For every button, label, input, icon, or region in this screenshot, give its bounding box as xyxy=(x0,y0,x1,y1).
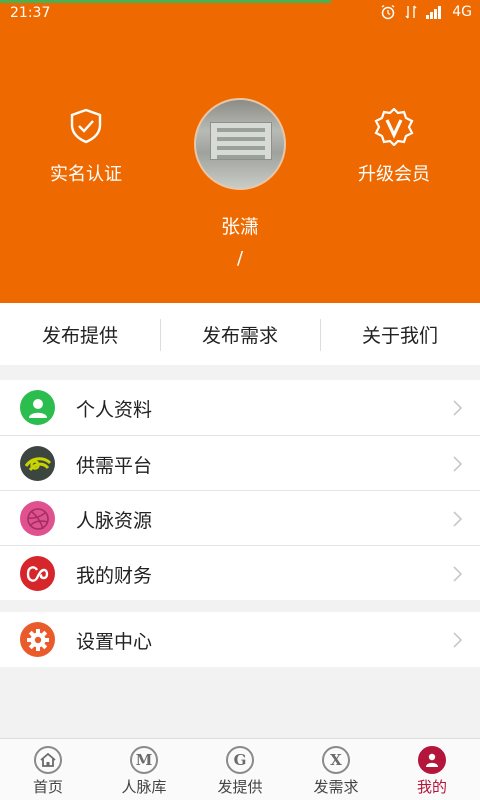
menu-item-label: 人脉资源 xyxy=(76,510,153,532)
alarm-icon xyxy=(380,4,396,20)
nav-contacts[interactable]: M 人脉库 xyxy=(96,739,192,800)
finance-icon xyxy=(20,556,55,591)
network-type: 4G xyxy=(452,4,472,20)
user-subtitle: / xyxy=(236,248,244,269)
nav-label: 首页 xyxy=(32,778,63,796)
home-icon xyxy=(34,746,62,774)
nav-label: 发需求 xyxy=(313,778,359,796)
nav-mine[interactable]: 我的 xyxy=(384,739,480,800)
platform-icon xyxy=(20,446,55,481)
avatar[interactable] xyxy=(194,98,286,190)
verify-button[interactable]: 实名认证 xyxy=(26,108,146,186)
menu-item-finance[interactable]: 我的财务 xyxy=(0,545,480,600)
vip-badge-icon xyxy=(334,108,454,146)
chevron-right-icon xyxy=(453,566,463,586)
person-icon xyxy=(20,390,55,425)
username: 张潇 xyxy=(220,216,259,238)
menu-item-network[interactable]: 人脉资源 xyxy=(0,490,480,545)
profile-icon xyxy=(418,746,446,774)
chevron-right-icon xyxy=(453,632,463,652)
dribbble-icon xyxy=(20,501,55,536)
menu-item-label: 设置中心 xyxy=(76,631,153,653)
shield-check-icon xyxy=(26,108,146,146)
settings-group: 设置中心 xyxy=(0,612,480,667)
x-icon: X xyxy=(322,746,350,774)
upgrade-vip-button[interactable]: 升级会员 xyxy=(334,108,454,186)
signal-off-icon xyxy=(404,4,418,20)
gear-icon xyxy=(20,622,55,657)
menu-item-settings[interactable]: 设置中心 xyxy=(0,612,480,667)
nav-publish-demand[interactable]: X 发需求 xyxy=(288,739,384,800)
menu-item-label: 个人资料 xyxy=(76,399,153,421)
g-icon: G xyxy=(226,746,254,774)
nav-home[interactable]: 首页 xyxy=(0,739,96,800)
menu-item-label: 供需平台 xyxy=(76,455,153,477)
avatar-photo xyxy=(210,122,272,160)
tab-about-us[interactable]: 关于我们 xyxy=(320,303,480,365)
vip-label: 升级会员 xyxy=(358,164,430,185)
menu-list: 个人资料 供需平台 人脉资源 我的财务 xyxy=(0,380,480,600)
chevron-right-icon xyxy=(453,456,463,476)
chevron-right-icon xyxy=(453,400,463,420)
bottom-nav: 首页 M 人脉库 G 发提供 X 发需求 我的 xyxy=(0,738,480,800)
nav-label: 人脉库 xyxy=(121,778,167,796)
menu-item-profile[interactable]: 个人资料 xyxy=(0,380,480,435)
status-bar: 21:37 4G xyxy=(0,0,480,26)
menu-item-label: 我的财务 xyxy=(76,565,153,587)
nav-label: 发提供 xyxy=(217,778,263,796)
status-time: 21:37 xyxy=(10,5,51,21)
menu-item-platform[interactable]: 供需平台 xyxy=(0,435,480,490)
tab-publish-demand[interactable]: 发布需求 xyxy=(160,303,320,365)
verify-label: 实名认证 xyxy=(50,164,122,185)
nav-label: 我的 xyxy=(416,778,447,796)
status-icons: 4G xyxy=(380,4,472,20)
m-icon: M xyxy=(130,746,158,774)
tab-publish-offer[interactable]: 发布提供 xyxy=(0,303,160,365)
profile-header: 21:37 4G 实名认证 升级会员 张潇 / xyxy=(0,0,480,303)
cell-signal-icon xyxy=(426,5,444,19)
nav-publish-offer[interactable]: G 发提供 xyxy=(192,739,288,800)
chevron-right-icon xyxy=(453,511,463,531)
action-tabs: 发布提供 发布需求 关于我们 xyxy=(0,303,480,365)
